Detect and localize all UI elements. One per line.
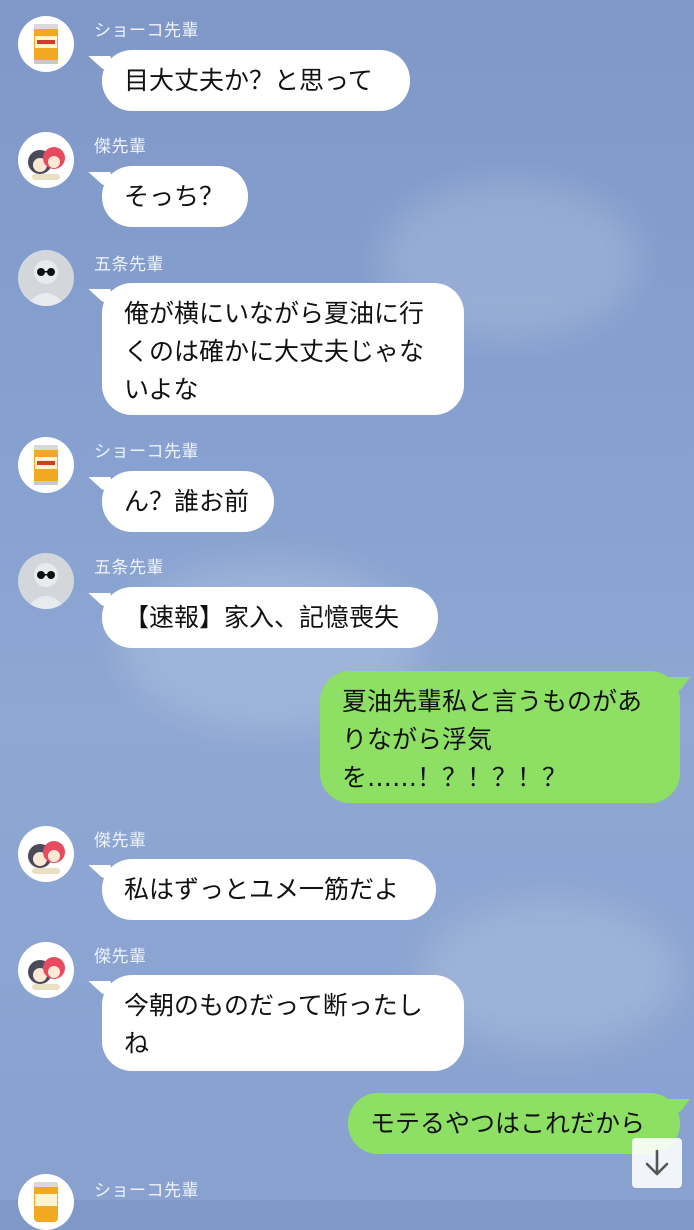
beer-can-avatar-icon[interactable] [18, 16, 74, 72]
chibi-characters-avatar-icon[interactable] [18, 132, 74, 188]
message-text: 【速報】家入、記憶喪失 [124, 603, 400, 632]
message-text: モテるやつはこれだから [370, 1109, 646, 1138]
sender-name: 傑先輩 [94, 137, 147, 157]
message-bubble[interactable]: そっち？ [102, 166, 248, 227]
sender-name: 五条先輩 [94, 255, 164, 275]
message-bubble[interactable]: 今朝のものだって断ったし ね [102, 975, 464, 1071]
message-bubble[interactable]: 私はずっとユメ一筋だよ [102, 859, 436, 920]
message-line: 俺が横にいながら夏油に行 [124, 299, 425, 328]
message-bubble[interactable]: ん？誰お前 [102, 471, 274, 532]
message-text: 私はずっとユメ一筋だよ [124, 875, 400, 904]
sender-name: 傑先輩 [94, 947, 147, 967]
beer-can-avatar-icon[interactable] [18, 437, 74, 493]
sunglasses-avatar-icon[interactable] [18, 250, 74, 306]
message-text: 目大丈夫か？と思って [124, 66, 373, 95]
message-text: そっち？ [124, 182, 225, 211]
chibi-characters-avatar-icon[interactable] [18, 826, 74, 882]
arrow-down-icon [645, 1149, 669, 1176]
message-line: くのは確かに大丈夫じゃな [124, 337, 425, 366]
message-line: いよな [124, 375, 199, 404]
message-line: りながら浮気 [342, 725, 493, 754]
message-line: ね [124, 1029, 150, 1058]
sender-name: ショーコ先輩 [94, 1181, 199, 1201]
sender-name: ショーコ先輩 [94, 442, 199, 462]
sender-name: 傑先輩 [94, 831, 147, 851]
sunglasses-avatar-icon[interactable] [18, 553, 74, 609]
scroll-to-bottom-button[interactable] [632, 1138, 682, 1188]
message-bubble[interactable]: 【速報】家入、記憶喪失 [102, 587, 438, 648]
sender-name: 五条先輩 [94, 558, 164, 578]
beer-can-avatar-icon[interactable] [18, 1174, 74, 1230]
chibi-characters-avatar-icon[interactable] [18, 942, 74, 998]
message-text: ん？誰お前 [124, 487, 250, 516]
message-line: 夏油先輩私と言うものがあ [342, 687, 643, 716]
message-line: 今朝のものだって断ったし [124, 991, 423, 1020]
message-bubble-outgoing[interactable]: 夏油先輩私と言うものがあ りながら浮気 を……！？！？！？ [320, 671, 680, 803]
message-line: を……！？！？！？ [342, 763, 568, 792]
sender-name: ショーコ先輩 [94, 21, 199, 41]
message-bubble-outgoing[interactable]: モテるやつはこれだから [348, 1093, 680, 1154]
message-bubble[interactable]: 目大丈夫か？と思って [102, 50, 410, 111]
message-bubble[interactable]: 俺が横にいながら夏油に行 くのは確かに大丈夫じゃな いよな [102, 283, 464, 415]
